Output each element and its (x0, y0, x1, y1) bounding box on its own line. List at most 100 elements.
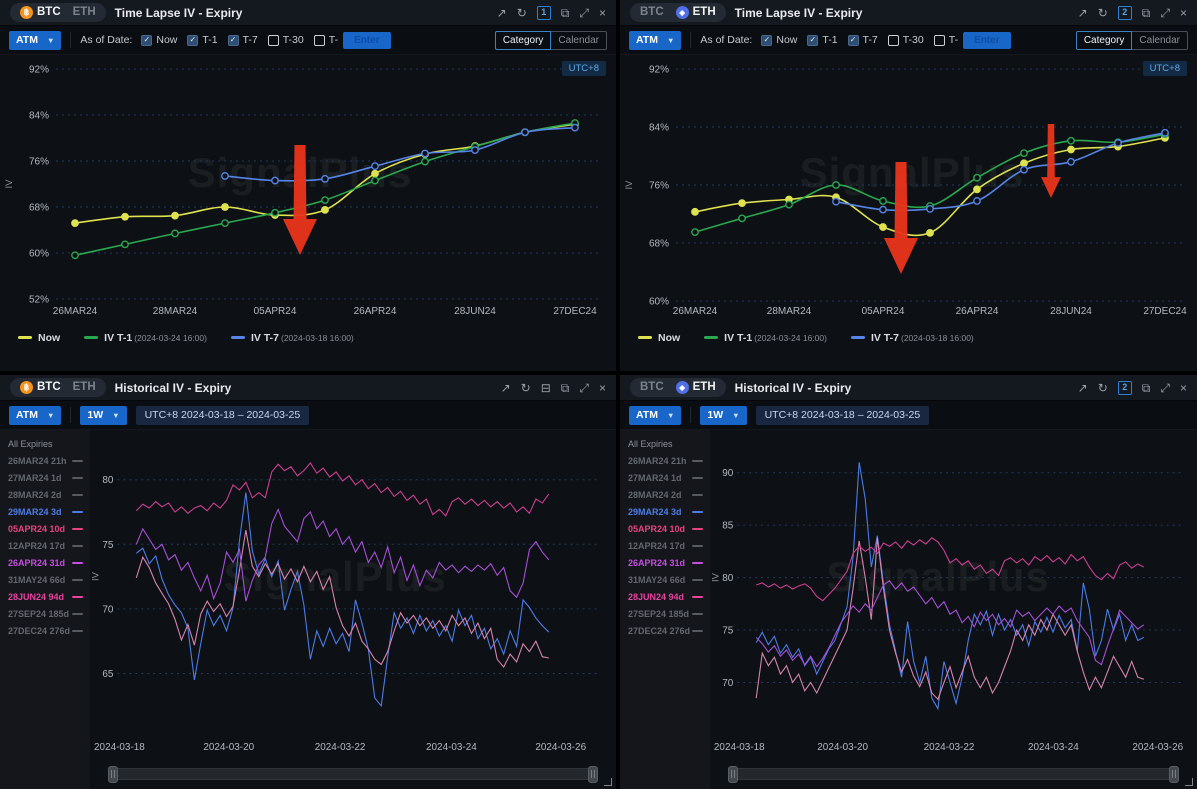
strike-select[interactable]: ATM ▼ (9, 406, 61, 425)
time-range-slider[interactable] (108, 768, 598, 780)
popout-icon[interactable]: ↗ (497, 7, 507, 19)
refresh-icon[interactable]: ↻ (517, 7, 527, 19)
coin-tab-eth[interactable]: ◆ETH (676, 381, 716, 394)
close-icon[interactable]: × (1180, 7, 1187, 19)
expiry-label: 28JUN24 94d (8, 592, 64, 602)
legend-item[interactable]: Now (18, 332, 60, 344)
strike-select[interactable]: ATM ▼ (629, 406, 681, 425)
expiry-item[interactable]: 05APR24 10d (628, 520, 710, 537)
coin-tab-btc[interactable]: BTC (640, 382, 664, 394)
historical-chart-eth[interactable]: SignalPlus9085807570IV2024-03-182024-03-… (710, 430, 1197, 758)
refresh-icon[interactable]: ↻ (1098, 7, 1108, 19)
expiry-item[interactable]: 29MAR24 3d (628, 503, 710, 520)
close-icon[interactable]: × (1180, 382, 1187, 394)
checkbox-t-1[interactable]: ✓T-1 (807, 34, 837, 46)
category-view-button[interactable]: Category (1076, 31, 1133, 50)
checkbox-t-7[interactable]: ✓T-7 (228, 34, 258, 46)
coin-tab-eth[interactable]: ◆ETH (676, 6, 716, 19)
coin-tab-eth[interactable]: ETH (73, 7, 96, 19)
checkbox-now[interactable]: ✓Now (761, 34, 797, 46)
duplicate-icon[interactable]: ⧉ (561, 382, 570, 394)
fullscreen-icon[interactable]: ⤢ (1160, 382, 1170, 394)
group-icon[interactable]: ⊟ (541, 382, 551, 394)
expiry-item[interactable]: 27SEP24 185d (628, 605, 710, 622)
layer-count-badge[interactable]: 2 (1118, 6, 1132, 20)
checkbox-t-30[interactable]: T-30 (268, 34, 304, 46)
checkbox-t-[interactable]: T- (934, 34, 958, 46)
expiry-item[interactable]: 26APR24 31d (628, 554, 710, 571)
custom-tenor-input[interactable]: Enter (963, 32, 1011, 49)
checkbox-t-1[interactable]: ✓T-1 (187, 34, 217, 46)
coin-toggle[interactable]: BTC ◆ETH (630, 3, 726, 22)
coin-toggle[interactable]: ฿BTC ETH (10, 3, 106, 22)
popout-icon[interactable]: ↗ (1078, 7, 1088, 19)
expiry-item[interactable]: 28MAR24 2d (628, 486, 710, 503)
checkbox-t-[interactable]: T- (314, 34, 338, 46)
fullscreen-icon[interactable]: ⤢ (579, 382, 589, 394)
category-view-button[interactable]: Category (495, 31, 552, 50)
timelapse-chart-eth[interactable]: SignalPlus92%84%76%68%60%IV26MAR2428MAR2… (620, 55, 1197, 325)
legend-item[interactable]: IV T-7(2024-03-18 16:00) (231, 332, 354, 344)
custom-tenor-input[interactable]: Enter (343, 32, 391, 49)
expiry-item[interactable]: 27DEC24 276d (628, 622, 710, 639)
popout-icon[interactable]: ↗ (1078, 382, 1088, 394)
slider-handle-left[interactable] (728, 766, 738, 783)
layer-count-badge[interactable]: 1 (537, 6, 551, 20)
calendar-view-button[interactable]: Calendar (1132, 31, 1188, 50)
legend-item[interactable]: Now (638, 332, 680, 344)
coin-tab-btc[interactable]: ฿BTC (20, 6, 61, 19)
duplicate-icon[interactable]: ⧉ (561, 7, 570, 19)
slider-handle-left[interactable] (108, 766, 118, 783)
expiry-item[interactable]: 29MAR24 3d (8, 503, 90, 520)
refresh-icon[interactable]: ↻ (521, 382, 531, 394)
expiry-item[interactable]: 27SEP24 185d (8, 605, 90, 622)
expiry-item[interactable]: 28JUN24 94d (8, 588, 90, 605)
expiry-item[interactable]: 27DEC24 276d (8, 622, 90, 639)
checkbox-t-7[interactable]: ✓T-7 (848, 34, 878, 46)
layer-count-badge[interactable]: 2 (1118, 381, 1132, 395)
duplicate-icon[interactable]: ⧉ (1142, 382, 1151, 394)
calendar-view-button[interactable]: Calendar (551, 31, 607, 50)
coin-tab-btc[interactable]: ฿BTC (20, 381, 61, 394)
fullscreen-icon[interactable]: ⤢ (579, 7, 589, 19)
time-range-slider[interactable] (728, 768, 1179, 780)
expiry-item[interactable]: 12APR24 17d (8, 537, 90, 554)
strike-select[interactable]: ATM ▼ (9, 31, 61, 50)
expiry-label: 29MAR24 3d (8, 507, 62, 517)
resize-handle[interactable] (604, 778, 612, 786)
coin-tab-btc[interactable]: BTC (640, 7, 664, 19)
resize-handle[interactable] (1185, 778, 1193, 786)
close-icon[interactable]: × (599, 382, 606, 394)
slider-handle-right[interactable] (1169, 766, 1179, 783)
period-select[interactable]: 1W ▼ (700, 406, 746, 425)
slider-handle-right[interactable] (588, 766, 598, 783)
expiry-item[interactable]: 31MAY24 66d (8, 571, 90, 588)
expiry-item[interactable]: 27MAR24 1d (8, 469, 90, 486)
period-select[interactable]: 1W ▼ (80, 406, 126, 425)
close-icon[interactable]: × (599, 7, 606, 19)
duplicate-icon[interactable]: ⧉ (1142, 7, 1151, 19)
coin-tab-eth[interactable]: ETH (73, 382, 96, 394)
legend-item[interactable]: IV T-7(2024-03-18 16:00) (851, 332, 974, 344)
checkbox-t-30[interactable]: T-30 (888, 34, 924, 46)
fullscreen-icon[interactable]: ⤢ (1160, 7, 1170, 19)
coin-toggle[interactable]: BTC ◆ETH (630, 378, 726, 397)
expiry-item[interactable]: 28JUN24 94d (628, 588, 710, 605)
popout-icon[interactable]: ↗ (501, 382, 511, 394)
strike-select[interactable]: ATM ▼ (629, 31, 681, 50)
expiry-item[interactable]: 27MAR24 1d (628, 469, 710, 486)
expiry-item[interactable]: 26MAR24 21h (8, 452, 90, 469)
legend-item[interactable]: IV T-1(2024-03-24 16:00) (84, 332, 207, 344)
refresh-icon[interactable]: ↻ (1098, 382, 1108, 394)
legend-item[interactable]: IV T-1(2024-03-24 16:00) (704, 332, 827, 344)
timelapse-chart-btc[interactable]: SignalPlus92%84%76%68%60%52%IV26MAR2428M… (0, 55, 616, 325)
checkbox-now[interactable]: ✓Now (141, 34, 177, 46)
historical-chart-btc[interactable]: SignalPlus80757065IV2024-03-182024-03-20… (90, 430, 616, 758)
expiry-item[interactable]: 12APR24 17d (628, 537, 710, 554)
expiry-item[interactable]: 28MAR24 2d (8, 486, 90, 503)
coin-toggle[interactable]: ฿BTC ETH (10, 378, 106, 397)
expiry-item[interactable]: 26APR24 31d (8, 554, 90, 571)
expiry-item[interactable]: 26MAR24 21h (628, 452, 710, 469)
expiry-item[interactable]: 31MAY24 66d (628, 571, 710, 588)
expiry-item[interactable]: 05APR24 10d (8, 520, 90, 537)
